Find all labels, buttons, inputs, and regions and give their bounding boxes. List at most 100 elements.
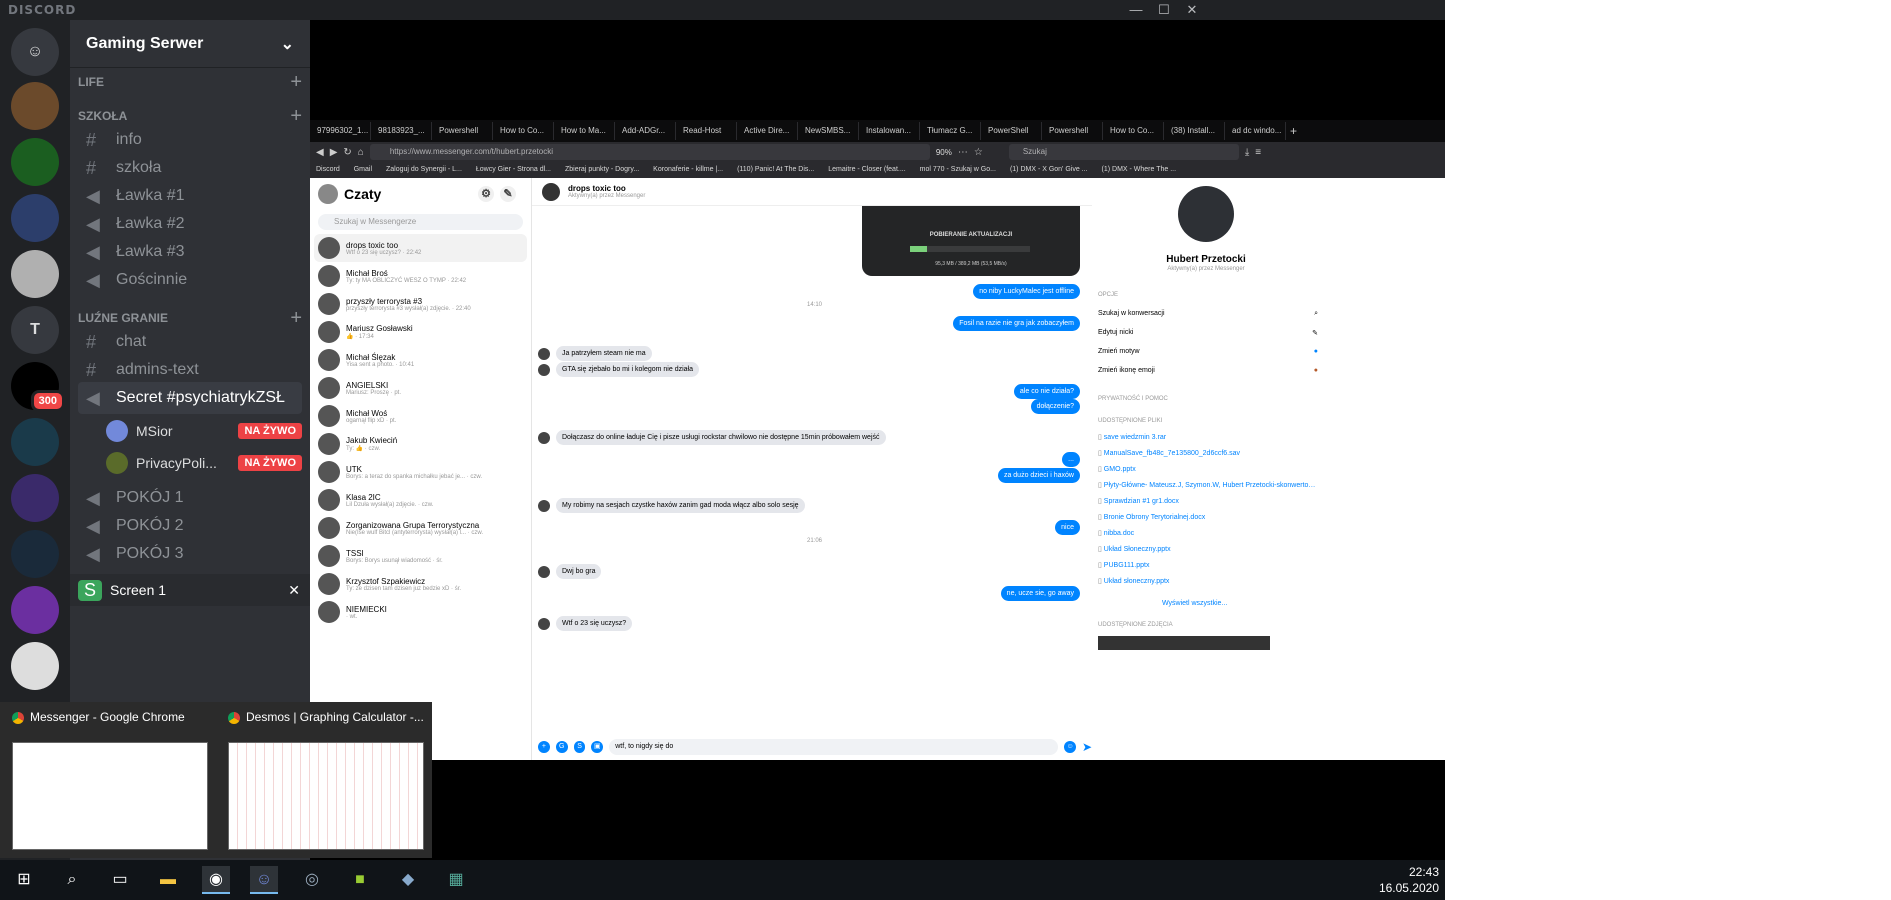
zoom-level[interactable]: 90% xyxy=(936,148,952,157)
download-icon[interactable]: ⤓ xyxy=(1245,147,1249,158)
conversation-item[interactable]: ANGIELSKI Mariusz: Proszę · pt. xyxy=(310,374,531,402)
bookmark[interactable]: Koronaferie - killme |... xyxy=(653,162,723,178)
option-change-theme[interactable]: Zmień motyw ● xyxy=(1098,348,1318,355)
shared-file[interactable]: GMO.pptx xyxy=(1098,465,1318,473)
browser-tab[interactable]: Powershell xyxy=(1043,122,1103,140)
conversation-item[interactable]: Michał Ślęzak Yisa sent a photo. · 10:41 xyxy=(310,346,531,374)
shared-file[interactable]: Sprawdzian #1 gr1.docx xyxy=(1098,497,1318,505)
section-options[interactable]: OPCJE xyxy=(1098,292,1318,298)
option-search-conversation[interactable]: Szukaj w konwersacji ⌕ xyxy=(1098,310,1318,318)
forward-icon[interactable]: ▶ xyxy=(330,147,338,158)
conversation-item[interactable]: Mariusz Gosławski 👍 · 17:34 xyxy=(310,318,531,346)
bookmark[interactable]: (110) Panic! At The Dis... xyxy=(737,162,814,178)
shared-file[interactable]: Bronie Obrony Terytorialnej.docx xyxy=(1098,513,1318,521)
shared-file[interactable]: save wiedzmin 3.rar xyxy=(1098,433,1318,441)
more-icon[interactable]: ⋯ xyxy=(958,147,968,158)
category-life[interactable]: LIFE + xyxy=(78,71,302,94)
browser-tab[interactable]: ad dc windo... xyxy=(1226,122,1286,140)
browser-tab[interactable]: Read-Host xyxy=(677,122,737,140)
bookmark[interactable]: (1) DMX - Where The ... xyxy=(1102,162,1177,178)
section-privacy[interactable]: PRYWATNOŚĆ I POMOC xyxy=(1098,396,1318,402)
app-icon[interactable]: ▦ xyxy=(442,866,470,894)
virtualbox-icon[interactable]: ◆ xyxy=(394,866,422,894)
shared-file[interactable]: nibba.doc xyxy=(1098,529,1318,537)
avatar[interactable] xyxy=(1178,186,1234,242)
bookmark[interactable]: mol 770 - Szukaj w Go... xyxy=(920,162,996,178)
server-icon-eye[interactable] xyxy=(11,530,59,578)
option-change-emoji[interactable]: Zmień ikonę emoji ● xyxy=(1098,367,1318,374)
category-luzne-granie[interactable]: LUŹNE GRANIE + xyxy=(78,307,302,329)
home-icon[interactable]: ⌂ xyxy=(358,147,364,158)
browser-tab[interactable]: Active Dire... xyxy=(738,122,798,140)
minecraft-icon[interactable]: ■ xyxy=(346,866,374,894)
browser-tab[interactable]: NewSMBS... xyxy=(799,122,859,140)
windows-start-icon[interactable]: ⊞ xyxy=(10,866,38,894)
emoji-icon[interactable]: ☺ xyxy=(1064,741,1076,753)
server-icon-star[interactable] xyxy=(11,474,59,522)
bookmark[interactable]: (1) DMX - X Gon' Give ... xyxy=(1010,162,1088,178)
shared-file[interactable]: Układ słoneczny.pptx xyxy=(1098,577,1318,585)
conversation-item[interactable]: przyszły terrorysta #3 przyszły terroryst… xyxy=(310,290,531,318)
back-icon[interactable]: ◀ xyxy=(316,147,324,158)
photo-icon[interactable]: ▣ xyxy=(591,741,604,753)
url-bar[interactable]: https://www.messenger.com/t/hubert.przet… xyxy=(369,144,930,160)
bookmark[interactable]: Łowcy Gier - Strona dl... xyxy=(476,162,551,178)
avatar[interactable] xyxy=(318,184,338,204)
avatar[interactable] xyxy=(542,182,560,201)
conversation-item[interactable]: Jakub Kwieciń Ty: 👍 · czw. xyxy=(310,430,531,458)
browser-tab[interactable]: (38) Install... xyxy=(1165,122,1225,140)
server-icon-purple[interactable] xyxy=(11,586,59,634)
window-thumb-messenger[interactable]: Messenger - Google Chrome xyxy=(0,702,216,858)
search-icon[interactable]: ⌕ xyxy=(58,866,86,894)
shared-file[interactable]: ManualSave_fb48c_7e135800_2d6ccf6.sav xyxy=(1098,449,1318,457)
conversation-item[interactable]: Klasa 2IC Lil Dzuła wysłał(a) zdjęcie. · … xyxy=(310,486,531,514)
section-photos[interactable]: UDOSTĘPNIONE ZDJĘCIA xyxy=(1098,622,1318,628)
server-icon-t[interactable]: T xyxy=(11,306,59,354)
system-clock[interactable]: 22:43 16.05.2020 xyxy=(1379,864,1439,896)
server-icon-animal[interactable] xyxy=(11,138,59,186)
discord-home-icon[interactable]: ☺ xyxy=(11,28,59,76)
browser-tab[interactable]: How to Co... xyxy=(494,122,554,140)
shared-file[interactable]: Układ Słoneczny.pptx xyxy=(1098,545,1318,553)
bookmark[interactable]: Discord xyxy=(316,162,340,178)
add-channel-icon[interactable]: + xyxy=(290,71,302,94)
voice-user-privacy[interactable]: PrivacyPoli... NA ŻYWO xyxy=(106,448,302,478)
server-header[interactable]: Gaming Serwer ⌄ xyxy=(70,20,310,68)
conversation-item[interactable]: NIEMIECKI · wt. xyxy=(310,598,531,626)
sticker-icon[interactable]: S xyxy=(573,741,586,753)
conversation-item[interactable]: Zorganizowana Grupa Terrorystyczna Nie(Is… xyxy=(310,514,531,542)
gear-icon[interactable]: ⚙ xyxy=(478,186,494,202)
voice-user-msior[interactable]: MSior NA ŻYWO xyxy=(106,416,302,446)
browser-tab[interactable]: PowerShell xyxy=(982,122,1042,140)
plus-icon[interactable]: + xyxy=(538,741,550,753)
category-szkola[interactable]: SZKOŁA + xyxy=(78,105,302,127)
minimize-icon[interactable]: — xyxy=(1122,0,1150,20)
window-thumb-desmos[interactable]: Desmos | Graphing Calculator -... xyxy=(216,702,432,858)
conversation-item[interactable]: Michał Broś Ty: ty MA OBLICZYĆ WESZ O TYM… xyxy=(310,262,531,290)
reload-icon[interactable]: ↻ xyxy=(343,147,351,158)
browser-tab[interactable]: How to Co... xyxy=(1104,122,1164,140)
server-icon-ryzen[interactable] xyxy=(11,250,59,298)
browser-tab[interactable]: 97996302_1... xyxy=(311,122,371,140)
steam-icon[interactable]: ◎ xyxy=(298,866,326,894)
shared-file[interactable]: PUBG111.pptx xyxy=(1098,561,1318,569)
bookmark[interactable]: Zbieraj punkty - Dogry... xyxy=(565,162,639,178)
bookmark[interactable]: Zaloguj do Synergii - L... xyxy=(386,162,462,178)
voice-channel-pokoj-3[interactable]: ◀ POKÓJ 3 xyxy=(78,538,302,570)
option-edit-nicknames[interactable]: Edytuj nicki ✎ xyxy=(1098,329,1318,337)
screen-share-bar[interactable]: S Screen 1 ✕ xyxy=(70,574,310,606)
conversation-item[interactable]: UTK Borys: a teraz do spanka michałku jeb… xyxy=(310,458,531,486)
see-all-link[interactable]: Wyświetl wszystkie... xyxy=(1162,600,1227,607)
browser-tab[interactable]: Add-ADGr... xyxy=(616,122,676,140)
menu-icon[interactable]: ≡ xyxy=(1255,147,1261,158)
file-explorer-icon[interactable]: ▬ xyxy=(154,866,182,894)
close-icon[interactable]: ✕ xyxy=(288,582,300,599)
conversation-item[interactable]: TSSI Borys: Borys usunął wiadomość · śr. xyxy=(310,542,531,570)
browser-tab[interactable]: 98183923_... xyxy=(372,122,432,140)
browser-tab[interactable]: Instalowan... xyxy=(860,122,920,140)
shared-file[interactable]: Płyty-Główne- Mateusz.J, Szymon.W, Huber… xyxy=(1098,481,1318,489)
conversation-item[interactable]: Michał Woś ogarnął flip xD · pt. xyxy=(310,402,531,430)
compose-icon[interactable]: ✎ xyxy=(500,186,516,202)
server-icon-elephant[interactable] xyxy=(11,642,59,690)
server-icon-hacker[interactable] xyxy=(11,194,59,242)
